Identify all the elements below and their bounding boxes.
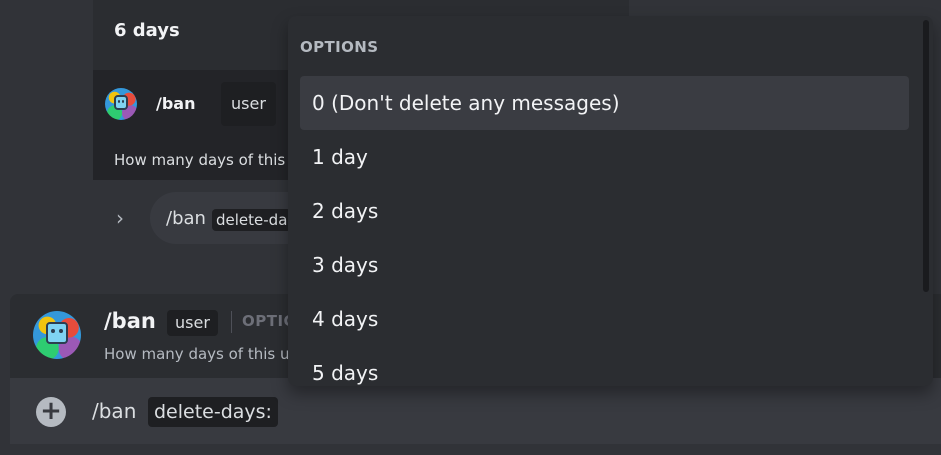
option-0-days[interactable]: 0 (Don't delete any messages) xyxy=(300,76,909,130)
previous-param-chip: user xyxy=(221,82,276,126)
command-preview-param-chip[interactable]: user xyxy=(167,310,218,336)
robot-icon xyxy=(113,95,129,110)
pill-command-name: /ban xyxy=(166,208,206,229)
previous-days-label: 6 days xyxy=(114,20,180,41)
option-4-days[interactable]: 4 days xyxy=(300,292,909,346)
option-2-days[interactable]: 2 days xyxy=(300,184,909,238)
options-dropdown: OPTIONS 0 (Don't delete any messages) 1 … xyxy=(288,16,933,386)
composer-command-text[interactable]: /ban xyxy=(92,399,136,423)
command-preview-avatar xyxy=(33,311,81,359)
command-preview-name: /ban xyxy=(104,309,156,333)
robot-icon xyxy=(46,321,68,344)
dropdown-header: OPTIONS xyxy=(300,38,379,56)
option-5-days[interactable]: 5 days xyxy=(300,346,909,386)
chevron-right-icon[interactable]: › xyxy=(116,206,124,230)
dropdown-scrollbar[interactable] xyxy=(923,20,929,292)
previous-command-description: How many days of this xyxy=(114,151,286,169)
pill-param-chip: delete-da xyxy=(212,209,292,231)
plus-circle-icon[interactable]: + xyxy=(36,397,66,427)
composer-param-chip[interactable]: delete-days: xyxy=(148,397,278,427)
bot-avatar[interactable] xyxy=(105,88,137,120)
option-3-days[interactable]: 3 days xyxy=(300,238,909,292)
option-1-day[interactable]: 1 day xyxy=(300,130,909,184)
previous-command-name: /ban xyxy=(156,94,196,113)
preview-divider xyxy=(231,311,232,333)
command-preview-description: How many days of this u xyxy=(104,345,290,363)
